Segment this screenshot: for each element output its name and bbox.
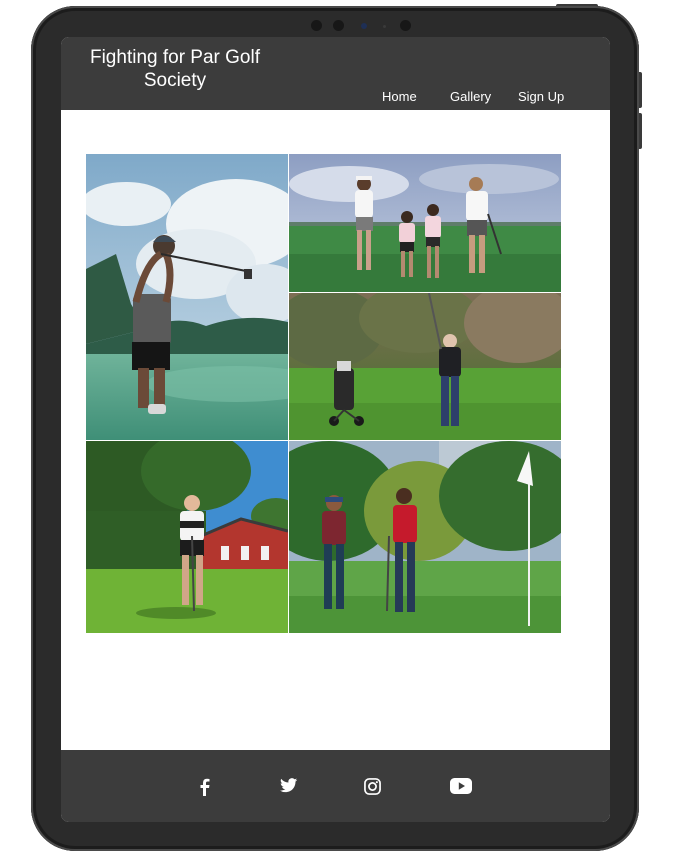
instagram-icon[interactable] xyxy=(364,778,381,800)
gallery-photo-golfers-near-flag[interactable] xyxy=(289,441,561,633)
sensor-dot xyxy=(383,25,386,28)
main-nav: Home Gallery Sign Up xyxy=(61,89,610,109)
tablet-screen: Fighting for Par Golf Society Home Galle… xyxy=(61,37,610,822)
site-footer xyxy=(61,750,610,822)
twitter-icon[interactable] xyxy=(280,778,298,800)
camera-lens xyxy=(361,23,367,29)
camera-array xyxy=(311,20,421,32)
photo-gallery xyxy=(86,154,561,633)
site-title[interactable]: Fighting for Par Golf Society xyxy=(81,46,269,92)
nav-gallery-link[interactable]: Gallery xyxy=(450,89,491,104)
gallery-photo-golfer-with-trolley[interactable] xyxy=(289,293,561,440)
nav-signup-link[interactable]: Sign Up xyxy=(518,89,564,104)
sensor-dot xyxy=(400,20,411,31)
gallery-photo-family-walking[interactable] xyxy=(289,154,561,292)
facebook-icon[interactable] xyxy=(197,778,213,800)
sensor-dot xyxy=(333,20,344,31)
site-header: Fighting for Par Golf Society Home Galle… xyxy=(61,37,610,110)
nav-home-link[interactable]: Home xyxy=(382,89,417,104)
youtube-icon[interactable] xyxy=(450,778,472,800)
gallery-photo-golfer-swing[interactable] xyxy=(86,154,288,440)
gallery-photo-golfer-red-barn[interactable] xyxy=(86,441,288,633)
sensor-dot xyxy=(311,20,322,31)
